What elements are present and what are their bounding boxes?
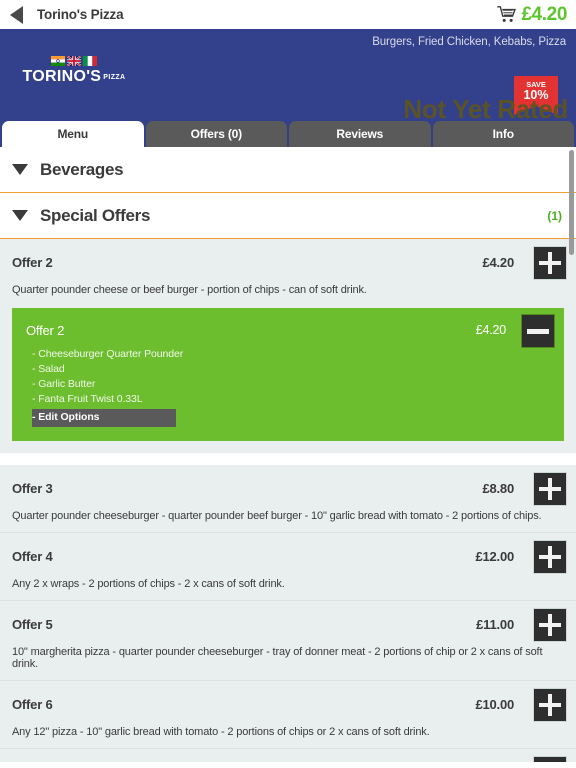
category-selected-count: (1) [547, 208, 562, 223]
tab-info[interactable]: Info [432, 121, 574, 147]
category-title: Beverages [40, 159, 124, 179]
offer-description: Quarter pounder cheeseburger - quarter p… [12, 510, 542, 522]
selected-offer-container: Offer 2 £4.20 - Cheeseburger Quarter Pou… [0, 308, 576, 453]
list-item: - Fanta Fruit Twist 0.33L [32, 393, 143, 405]
minus-icon [527, 328, 549, 334]
offer-name: Offer 5 [12, 616, 53, 632]
offer-description: Quarter pounder cheese or beef burger - … [12, 284, 367, 296]
selected-offer-item-list: - Cheeseburger Quarter Pounder - Salad -… [12, 347, 564, 427]
save-badge-label: SAVE [526, 79, 546, 89]
flag-group [22, 56, 126, 66]
restaurant-logo: TORINO'S PIZZA [22, 56, 126, 86]
section-gap [0, 453, 576, 465]
offer-description: Any 2 x wraps - 2 portions of chips - 2 … [12, 578, 285, 590]
chevron-down-icon [12, 164, 28, 175]
offer-description: 10" margherita pizza - quarter pounder c… [12, 646, 543, 670]
logo-subtitle: PIZZA [103, 74, 126, 81]
offer-price: £12.00 [475, 548, 514, 564]
add-offer-button[interactable] [533, 608, 567, 642]
list-item: - Garlic Butter [32, 378, 96, 390]
list-item: - Cheeseburger Quarter Pounder [32, 348, 184, 360]
offer-row[interactable]: Offer 7 £11.30 [0, 749, 576, 762]
add-offer-button[interactable] [533, 540, 567, 574]
offer-price: £4.20 [482, 254, 514, 270]
offer-description: Any 12" pizza - 10" garlic bread with to… [12, 726, 430, 738]
logo-name: TORINO'S [22, 68, 102, 85]
shopping-cart-icon [497, 6, 517, 22]
rating-text: Not Yet Rated [403, 94, 568, 120]
category-title: Special Offers [40, 205, 151, 225]
top-navigation-bar: Torino's Pizza £4.20 [0, 0, 576, 29]
cuisine-tags: Burgers, Fried Chicken, Kebabs, Pizza [372, 36, 566, 48]
chevron-down-icon [12, 210, 28, 221]
offer-price: £11.00 [476, 616, 514, 632]
selected-offer-name: Offer 2 [26, 322, 65, 338]
tab-offers[interactable]: Offers (0) [145, 121, 287, 147]
selected-offer-card[interactable]: Offer 2 £4.20 - Cheeseburger Quarter Pou… [12, 308, 564, 441]
offer-row[interactable]: Offer 6 £10.00 Any 12" pizza - 10" garli… [0, 681, 576, 749]
add-offer-button[interactable] [533, 472, 567, 506]
united-kingdom-flag-icon [67, 56, 81, 66]
offer-price: £8.80 [482, 480, 514, 496]
offer-row[interactable]: Offer 2 £4.20 Quarter pounder cheese or … [0, 239, 576, 308]
add-offer-button[interactable] [533, 756, 567, 762]
offer-price: £10.00 [475, 696, 514, 712]
offer-name: Offer 4 [12, 548, 53, 564]
restaurant-hero-banner: Burgers, Fried Chicken, Kebabs, Pizza TO… [0, 29, 576, 120]
offer-name: Offer 6 [12, 696, 53, 712]
add-offer-button[interactable] [533, 688, 567, 722]
logo-wordmark: TORINO'S PIZZA [22, 68, 126, 86]
back-arrow-icon[interactable] [10, 5, 23, 24]
selected-offer-price: £4.20 [475, 323, 506, 337]
add-offer-button[interactable] [533, 246, 567, 280]
tab-reviews[interactable]: Reviews [289, 121, 431, 147]
offer-name: Offer 3 [12, 480, 53, 496]
remove-offer-button[interactable] [521, 314, 555, 348]
menu-scroll-area[interactable]: Beverages Special Offers (1) Offer 2 £4.… [0, 147, 576, 762]
offer-name: Offer 2 [12, 254, 53, 270]
edit-options-button[interactable]: - Edit Options [32, 409, 176, 427]
italy-flag-icon [83, 56, 97, 66]
offer-row[interactable]: Offer 4 £12.00 Any 2 x wraps - 2 portion… [0, 533, 576, 601]
offer-row[interactable]: Offer 3 £8.80 Quarter pounder cheeseburg… [0, 465, 576, 533]
tab-menu[interactable]: Menu [2, 121, 144, 147]
page-title: Torino's Pizza [37, 7, 124, 22]
india-flag-icon [51, 56, 65, 66]
category-header-special-offers[interactable]: Special Offers (1) [0, 193, 576, 239]
cart-total-price: £4.20 [521, 3, 567, 25]
offer-row[interactable]: Offer 5 £11.00 10" margherita pizza - qu… [0, 601, 576, 681]
vertical-scrollbar[interactable] [569, 150, 574, 255]
tab-bar: Menu Offers (0) Reviews Info [0, 120, 576, 147]
category-header-beverages[interactable]: Beverages [0, 147, 576, 193]
list-item: - Salad [32, 363, 65, 375]
cart-summary[interactable]: £4.20 [497, 4, 567, 26]
